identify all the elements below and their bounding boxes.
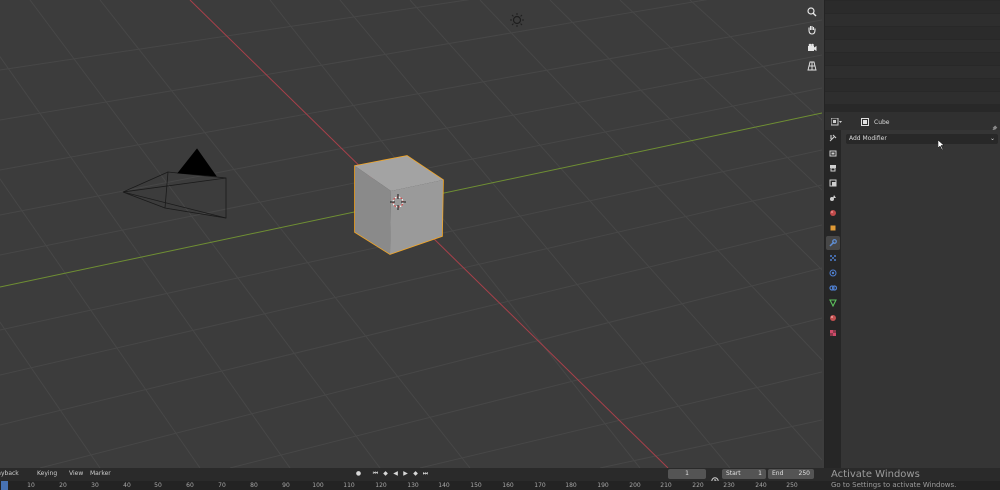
play-reverse-icon[interactable]: ◀ bbox=[391, 469, 400, 478]
current-frame-field[interactable]: 1 bbox=[668, 469, 706, 479]
constraints-tab-icon[interactable] bbox=[826, 281, 840, 295]
tick-label: 60 bbox=[186, 482, 194, 489]
current-frame-indicator[interactable] bbox=[1, 481, 8, 490]
outliner[interactable] bbox=[825, 0, 1000, 112]
menu-keying[interactable]: Keying bbox=[37, 468, 57, 480]
camera-view-icon[interactable] bbox=[805, 41, 819, 55]
jump-start-icon[interactable]: ⏮ bbox=[371, 469, 380, 478]
tick-label: 80 bbox=[250, 482, 258, 489]
end-frame-field[interactable]: End 250 bbox=[768, 469, 814, 479]
tick-label: 210 bbox=[660, 482, 672, 489]
tick-label: 170 bbox=[534, 482, 546, 489]
view-layer-tab-icon[interactable] bbox=[826, 176, 840, 190]
tick-label: 180 bbox=[565, 482, 577, 489]
physics-tab-icon[interactable] bbox=[826, 266, 840, 280]
mouse-cursor-icon bbox=[937, 135, 945, 154]
modifier-properties: Add Modifier ⌄ bbox=[841, 130, 1000, 468]
start-frame-field[interactable]: Start 1 bbox=[722, 469, 766, 479]
chevron-down-icon: ⌄ bbox=[989, 135, 995, 142]
3d-viewport[interactable] bbox=[0, 0, 822, 468]
tick-label: 250 bbox=[786, 482, 798, 489]
tick-label: 20 bbox=[59, 482, 67, 489]
activation-watermark: Activate Windows Go to Settings to activ… bbox=[831, 469, 956, 490]
hand-pan-icon[interactable] bbox=[805, 23, 819, 37]
properties-tab-bar bbox=[825, 130, 841, 468]
play-icon[interactable]: ▶ bbox=[401, 469, 410, 478]
object-name: Cube bbox=[874, 118, 890, 126]
world-tab-icon[interactable] bbox=[826, 206, 840, 220]
prev-keyframe-icon[interactable]: ◆ bbox=[381, 469, 390, 478]
particles-tab-icon[interactable] bbox=[826, 251, 840, 265]
right-panel: Cube Add Modifier ⌄ bbox=[824, 0, 1000, 468]
record-icon[interactable]: ● bbox=[354, 469, 363, 478]
playback-controls: ● ⏮ ◆ ◀ ▶ ◆ ⏭ bbox=[354, 469, 430, 478]
start-label: Start bbox=[726, 470, 741, 477]
grid-ortho-icon[interactable] bbox=[805, 59, 819, 73]
object-data-icon bbox=[861, 118, 869, 126]
camera-object bbox=[122, 148, 227, 219]
watermark-subtitle: Go to Settings to activate Windows. bbox=[831, 481, 957, 489]
scene-tab-icon[interactable] bbox=[826, 191, 840, 205]
tick-label: 160 bbox=[502, 482, 514, 489]
tick-label: 70 bbox=[218, 482, 226, 489]
tick-label: 230 bbox=[723, 482, 735, 489]
menu-playback[interactable]: Playback bbox=[0, 468, 19, 480]
tick-label: 240 bbox=[755, 482, 767, 489]
mesh-data-tab-icon[interactable] bbox=[826, 296, 840, 310]
tick-label: 220 bbox=[692, 482, 704, 489]
tick-label: 50 bbox=[154, 482, 162, 489]
tick-label: 100 bbox=[312, 482, 324, 489]
tick-label: 90 bbox=[282, 482, 290, 489]
navigation-gizmo bbox=[803, 3, 821, 77]
tick-label: 10 bbox=[27, 482, 35, 489]
tick-label: 190 bbox=[597, 482, 609, 489]
start-value: 1 bbox=[758, 470, 762, 477]
tool-tab-icon[interactable] bbox=[826, 131, 840, 145]
zoom-icon[interactable] bbox=[805, 5, 819, 19]
jump-end-icon[interactable]: ⏭ bbox=[421, 469, 430, 478]
menu-view[interactable]: View bbox=[69, 468, 83, 480]
tick-label: 120 bbox=[375, 482, 387, 489]
tick-label: 150 bbox=[470, 482, 482, 489]
output-tab-icon[interactable] bbox=[826, 161, 840, 175]
object-tab-icon[interactable] bbox=[826, 221, 840, 235]
tick-label: 200 bbox=[629, 482, 641, 489]
tick-label: 130 bbox=[407, 482, 419, 489]
editor-type-icon[interactable] bbox=[831, 117, 843, 127]
next-keyframe-icon[interactable]: ◆ bbox=[411, 469, 420, 478]
tick-label: 110 bbox=[343, 482, 355, 489]
light-object-icon[interactable] bbox=[510, 12, 524, 31]
menu-marker[interactable]: Marker bbox=[90, 468, 111, 480]
properties-header: Cube bbox=[825, 114, 1000, 133]
tick-label: 30 bbox=[91, 482, 99, 489]
modifier-tab-icon[interactable] bbox=[826, 236, 840, 250]
tick-label: 140 bbox=[438, 482, 450, 489]
add-modifier-dropdown[interactable]: Add Modifier ⌄ bbox=[846, 134, 998, 144]
end-value: 250 bbox=[798, 470, 810, 477]
watermark-title: Activate Windows bbox=[831, 469, 920, 480]
cube-object bbox=[354, 155, 444, 255]
end-label: End bbox=[772, 470, 784, 477]
material-tab-icon[interactable] bbox=[826, 311, 840, 325]
current-frame-value: 1 bbox=[685, 470, 689, 477]
tick-label: 40 bbox=[123, 482, 131, 489]
viewport-grid bbox=[0, 0, 822, 468]
render-tab-icon[interactable] bbox=[826, 146, 840, 160]
texture-tab-icon[interactable] bbox=[826, 326, 840, 340]
add-modifier-label: Add Modifier bbox=[849, 135, 887, 142]
